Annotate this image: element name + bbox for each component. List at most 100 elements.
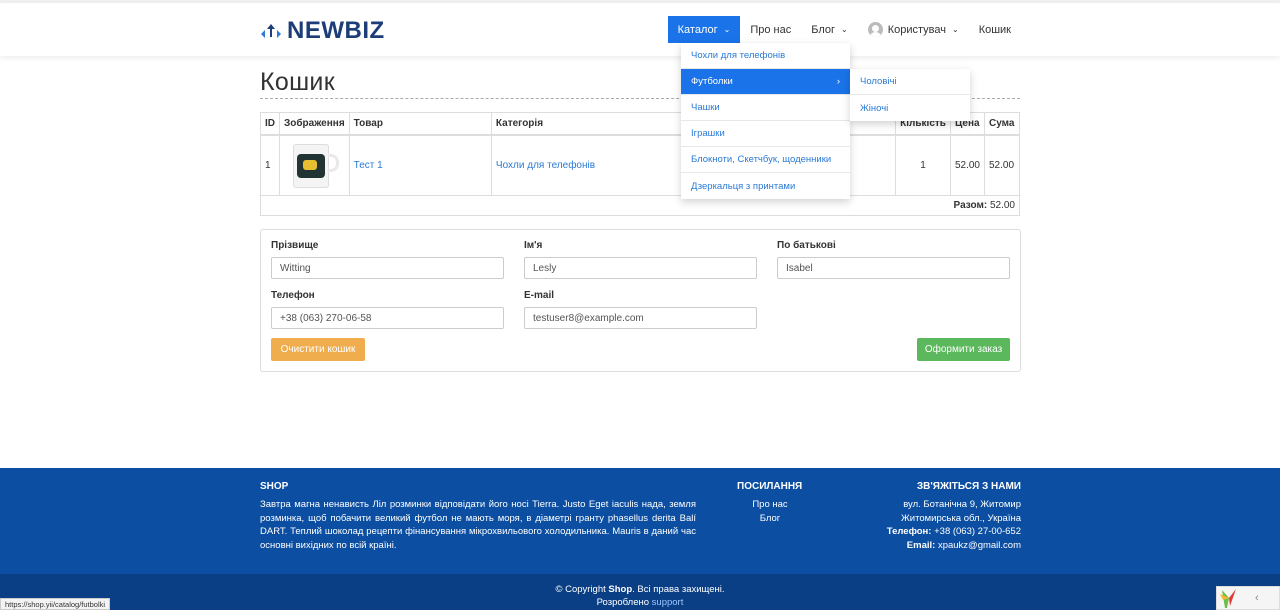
nav-cart-label: Кошик [978,23,1011,36]
cell-id: 1 [260,134,280,196]
browser-status-bar: https://shop.yii/catalog/futbolki [0,598,111,610]
footer-phone-label: Телефон: [886,526,932,537]
page-title: Кошик [260,68,335,96]
cart-table: ID Зображення Товар Категорія Кількість … [260,112,1021,216]
surname-input[interactable]: Witting [271,257,504,279]
main-nav: Каталог ⌄ Про нас Блог ⌄ Користувач ⌄ Ко… [667,16,1021,43]
total-row: Разом: 52.00 [260,195,1020,216]
catalog-item-label: Блокноти, Скетчбук, щоденники [691,154,832,165]
name-label: Ім'я [524,240,543,251]
navbar: NEWBIZ Каталог ⌄ Про нас Блог ⌄ Користув… [0,3,1280,56]
submenu-item-men[interactable]: Чоловічі [850,69,970,95]
submenu-item-label: Жіночі [860,102,889,114]
cell-product: Тест 1 [348,134,492,196]
name-group: Ім'я Lesly [524,240,757,279]
footer-link-about[interactable]: Про нас [737,498,803,512]
total-label: Разом: [953,200,988,211]
chevron-down-icon: ⌄ [723,25,731,34]
catalog-item-toys[interactable]: Іграшки [681,121,850,147]
footer: SHOP Завтра магна ненависть Ліл розминки… [0,468,1280,610]
phone-group: Телефон +38 (063) 270-06-58 [271,290,504,329]
footer-email-value[interactable]: xpaukz@gmail.com [938,540,1021,551]
patronymic-group: По батькові Isabel [777,240,1010,279]
footer-address-1: вул. Ботанічна 9, Житомир [903,499,1021,510]
footer-address-2: Житомирська обл., Україна [901,512,1021,524]
catalog-item-cases[interactable]: Чохли для телефонів [681,43,850,69]
catalog-item-tshirts[interactable]: Футболки › [681,69,850,95]
footer-shop-heading: SHOP [260,481,289,492]
patronymic-input[interactable]: Isabel [777,257,1010,279]
catalog-item-mirrors[interactable]: Дзеркальця з принтами [681,173,850,199]
catalog-item-notebooks[interactable]: Блокноти, Скетчбук, щоденники [681,147,850,173]
catalog-dropdown: Чохли для телефонів Футболки › Чашки Ігра… [681,43,850,199]
col-product: Товар [348,112,492,136]
footer-bottom: © Copyright Shop. Всі права захищені. Ро… [0,574,1280,610]
phone-input[interactable]: +38 (063) 270-06-58 [271,307,504,329]
email-label: E-mail [524,290,555,301]
order-form: Прізвище Witting Ім'я Lesly По батькові … [260,229,1021,372]
catalog-item-label: Іграшки [691,128,725,139]
nav-blog[interactable]: Блог ⌄ [801,16,857,43]
col-id: ID [260,112,280,136]
nav-blog-label: Блог [811,23,835,36]
cell-image [279,134,350,196]
patronymic-label: По батькові [777,240,836,251]
surname-label: Прізвище [271,240,319,251]
product-mug-image[interactable] [285,140,343,190]
nav-about[interactable]: Про нас [740,16,801,43]
catalog-item-cups[interactable]: Чашки [681,95,850,121]
user-avatar-icon [867,22,883,37]
nav-catalog-label: Каталог [677,23,718,36]
footer-links-heading: ПОСИЛАННЯ [737,481,803,492]
clear-cart-button[interactable]: Очистити кошик [271,338,365,361]
footer-shop-text: Завтра магна ненависть Ліл розминки відп… [260,499,696,551]
brand-logo[interactable]: NEWBIZ [259,17,385,45]
email-input[interactable]: testuser8@example.com [524,307,757,329]
copyright-line: © Copyright Shop. Всі права захищені. [0,583,1280,596]
name-input[interactable]: Lesly [524,257,757,279]
copyright-suffix: . Всі права захищені. [632,584,725,595]
footer-links: Про нас Блог [737,498,803,525]
catalog-item-label: Футболки [691,76,733,87]
phone-label: Телефон [271,290,315,301]
developed-label: Розроблено [596,597,650,608]
chevron-right-icon: › [836,76,840,87]
email-group: E-mail testuser8@example.com [524,290,757,329]
footer-email: Email: xpaukz@gmail.com [887,539,1021,553]
footer-email-label: Email: [906,539,936,551]
col-sum: Сума [983,112,1021,136]
brand-name: NEWBIZ [287,17,385,44]
chevron-down-icon: ⌄ [951,25,959,34]
footer-link-blog[interactable]: Блог [737,512,803,526]
tshirts-submenu: Чоловічі Жіночі [850,69,970,121]
cell-sum: 52.00 [983,134,1021,196]
yii-logo-icon [1217,586,1241,610]
developed-line: Розроблено support [0,596,1280,609]
submenu-item-label: Чоловічі [860,76,897,87]
nav-user[interactable]: Користувач ⌄ [858,16,969,43]
category-link[interactable]: Чохли для телефонів [496,160,595,171]
chevron-left-icon[interactable]: ‹ [1255,592,1259,604]
cell-price: 52.00 [949,134,985,196]
submenu-item-women[interactable]: Жіночі [850,95,970,121]
catalog-item-label: Дзеркальця з принтами [691,180,796,192]
product-link[interactable]: Тест 1 [354,160,383,171]
catalog-item-label: Чохли для телефонів [691,50,786,61]
footer-contact-heading: ЗВ'ЯЖІТЬСЯ З НАМИ [916,481,1021,492]
nav-cart[interactable]: Кошик [969,16,1021,43]
footer-phone: Телефон: +38 (063) 27-00-652 [887,525,1021,539]
copyright-prefix: © Copyright [555,584,606,595]
table-row: 1 Тест 1 Чохли для телефонів 1 52.00 52.… [260,134,1021,196]
developed-link[interactable]: support [652,597,684,608]
nav-catalog[interactable]: Каталог ⌄ [667,16,741,43]
yii-debug-toolbar[interactable]: ‹ [1216,586,1280,610]
logo-arrows-icon [261,24,281,38]
footer-phone-value: +38 (063) 27-00-652 [934,526,1021,537]
nav-user-label: Користувач [887,23,946,36]
surname-group: Прізвище Witting [271,240,504,279]
place-order-button[interactable]: Оформити заказ [917,338,1010,361]
footer-contact: вул. Ботанічна 9, Житомир Житомирська об… [887,498,1021,552]
catalog-item-label: Чашки [691,102,720,113]
copyright-brand: Shop [608,584,633,595]
col-image: Зображення [279,112,350,136]
